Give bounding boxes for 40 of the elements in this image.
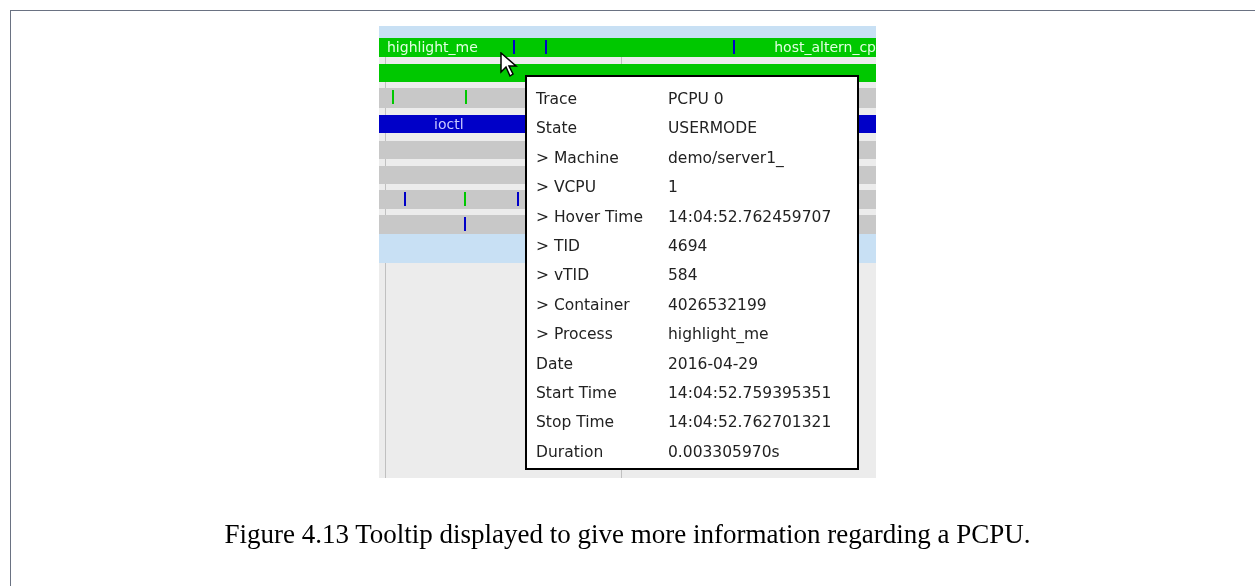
tooltip-label: > Machine (536, 147, 620, 169)
tooltip-label: Start Time (536, 382, 618, 404)
state-label: highlight_me (387, 38, 478, 56)
tick-mark (517, 192, 519, 206)
figure-caption: Figure 4.13 Tooltip displayed to give more information regarding a PCPU. (223, 518, 1032, 551)
tick-mark (464, 192, 466, 206)
tick-mark (465, 90, 467, 104)
tick-mark (464, 217, 466, 231)
tooltip-label: Trace (536, 89, 579, 111)
tooltip-value: 0.003305970s (668, 441, 780, 463)
tooltip-label: Date (536, 353, 575, 375)
tooltip-label: State (536, 118, 579, 140)
tick-mark (392, 90, 394, 104)
state-label: ioctl (434, 115, 464, 133)
cursor-icon (500, 52, 518, 78)
tooltip-label: > Hover Time (536, 206, 644, 228)
tooltip-value: 4026532199 (668, 294, 767, 316)
tick-mark (513, 40, 515, 54)
tooltip-label: Stop Time (536, 412, 616, 434)
tick-mark (733, 40, 735, 54)
tooltip-label: > TID (536, 236, 581, 257)
tooltip-value: 1 (668, 177, 678, 199)
tooltip-value: 584 (668, 265, 698, 287)
tooltip-value: demo/server1_ (668, 147, 784, 169)
tooltip-label: > VCPU (536, 177, 598, 199)
tooltip-value: USERMODE (668, 118, 758, 140)
tooltip-value: PCPU 0 (668, 89, 724, 111)
tick-mark (545, 40, 547, 54)
state-label: host_altern_cp (774, 38, 876, 56)
tooltip-value: 14:04:52.762459707 (668, 206, 832, 228)
tooltip-label: > vTID (536, 265, 591, 287)
tick-mark (404, 192, 406, 206)
tooltip-value: 2016-04-29 (668, 353, 759, 375)
tooltip-value: 4694 (668, 236, 708, 257)
tooltip-label: > Process (536, 324, 614, 346)
tooltip-value: highlight_me (668, 324, 769, 346)
tooltip-value: 14:04:52.762701321 (668, 412, 832, 434)
tooltip-label: Duration (536, 441, 605, 463)
tooltip-label: > Container (536, 294, 631, 316)
tooltip-value: 14:04:52.759395351 (668, 382, 832, 404)
